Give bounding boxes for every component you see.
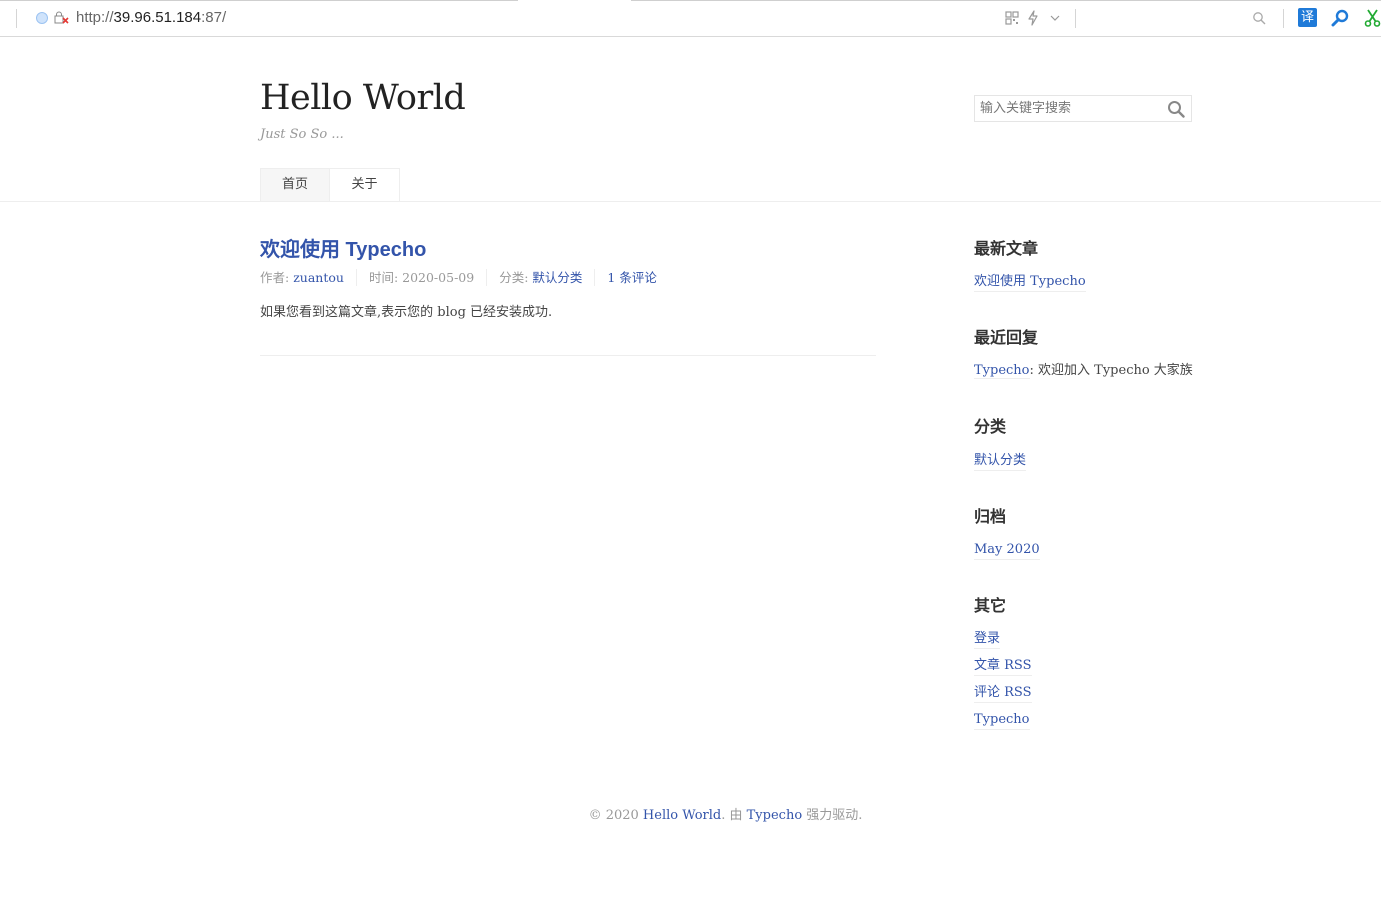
post-time: 时间: 2020-05-09 [355, 269, 486, 286]
address-bar-url[interactable]: http://39.96.51.184:87/ [76, 9, 226, 26]
search-icon [1168, 101, 1185, 118]
recent-post-link[interactable]: 欢迎使用 Typecho [974, 273, 1086, 292]
post-divider [260, 355, 876, 356]
archive-item-link[interactable]: May 2020 [974, 541, 1040, 560]
author-label: 作者: [260, 270, 294, 285]
post-content: 如果您看到这篇文章,表示您的 blog 已经安装成功. [260, 305, 553, 320]
other-link-comments-rss[interactable]: 评论 RSS [974, 684, 1032, 703]
category-item-link[interactable]: 默认分类 [974, 452, 1027, 471]
search-button[interactable] [1167, 100, 1185, 118]
toolbar-divider [1075, 9, 1076, 28]
comment-excerpt[interactable]: : 欢迎加入 Typecho 大家族 [1030, 363, 1193, 378]
lightning-icon[interactable] [1025, 10, 1041, 26]
url-scheme: http:// [76, 9, 114, 26]
category-link[interactable]: 默认分类 [532, 270, 582, 285]
url-host: 39.96.51.184 [113, 9, 202, 26]
footer-copyright: © 2020 [588, 808, 643, 823]
widget-title-recent-comments: 最近回复 [974, 328, 1039, 347]
post-category: 分类: 默认分类 [486, 269, 594, 286]
time-value: 2020-05-09 [402, 270, 475, 285]
post-comments: 1 条评论 [594, 269, 668, 286]
header-divider [0, 201, 1381, 202]
category-label: 分类: [499, 270, 533, 285]
comments-link[interactable]: 1 条评论 [607, 270, 656, 285]
search-icon[interactable] [1252, 11, 1266, 25]
magnifier-icon[interactable] [1331, 9, 1349, 27]
author-link[interactable]: zuantou [293, 270, 344, 285]
widget-title-archives: 归档 [974, 507, 1007, 526]
other-link-typecho[interactable]: Typecho [974, 711, 1030, 730]
time-label: 时间: [368, 270, 403, 285]
globe-icon [36, 12, 48, 24]
chevron-down-icon[interactable] [1047, 10, 1063, 26]
recent-comment: Typecho: 欢迎加入 Typecho 大家族 [974, 362, 1193, 380]
post-meta: 作者: zuantou 时间: 2020-05-09 分类: 默认分类 1 条评… [260, 269, 669, 286]
browser-toolbar: http://39.96.51.184:87/ 译 [0, 0, 1381, 37]
nav-item-home[interactable]: 首页 [260, 168, 330, 202]
toolbar-divider [16, 9, 17, 28]
tab-edge [631, 0, 1381, 1]
other-link-login[interactable]: 登录 [974, 630, 1001, 649]
footer-text: . 由 [721, 808, 747, 823]
widget-title-categories: 分类 [974, 417, 1007, 436]
scissors-icon[interactable] [1364, 9, 1381, 27]
search-form [974, 95, 1192, 122]
footer-site-link[interactable]: Hello World [643, 808, 721, 823]
search-input[interactable] [975, 96, 1161, 121]
main-nav: 首页 关于 [260, 168, 400, 202]
nav-item-about[interactable]: 关于 [330, 168, 400, 202]
site-description: Just So So ... [260, 127, 344, 142]
comment-author-link[interactable]: Typecho [974, 363, 1030, 379]
footer-text-end: 强力驱动. [802, 808, 863, 823]
toolbar-divider [1283, 9, 1284, 28]
translate-icon[interactable]: 译 [1298, 8, 1317, 27]
url-port-path: :87/ [201, 9, 227, 26]
widget-title-other: 其它 [974, 596, 1007, 615]
post-title[interactable]: 欢迎使用 Typecho [260, 233, 426, 262]
site-footer: © 2020 Hello World. 由 Typecho 强力驱动. [0, 804, 1381, 823]
post-author: 作者: zuantou [260, 269, 356, 286]
widget-title-recent-posts: 最新文章 [974, 239, 1039, 258]
qr-code-icon[interactable] [1004, 10, 1020, 26]
other-link-posts-rss[interactable]: 文章 RSS [974, 657, 1032, 676]
insecure-lock-icon[interactable] [54, 11, 70, 25]
tab-edge [0, 0, 518, 1]
footer-powered-link[interactable]: Typecho [747, 808, 803, 823]
site-title[interactable]: Hello World [260, 78, 466, 118]
